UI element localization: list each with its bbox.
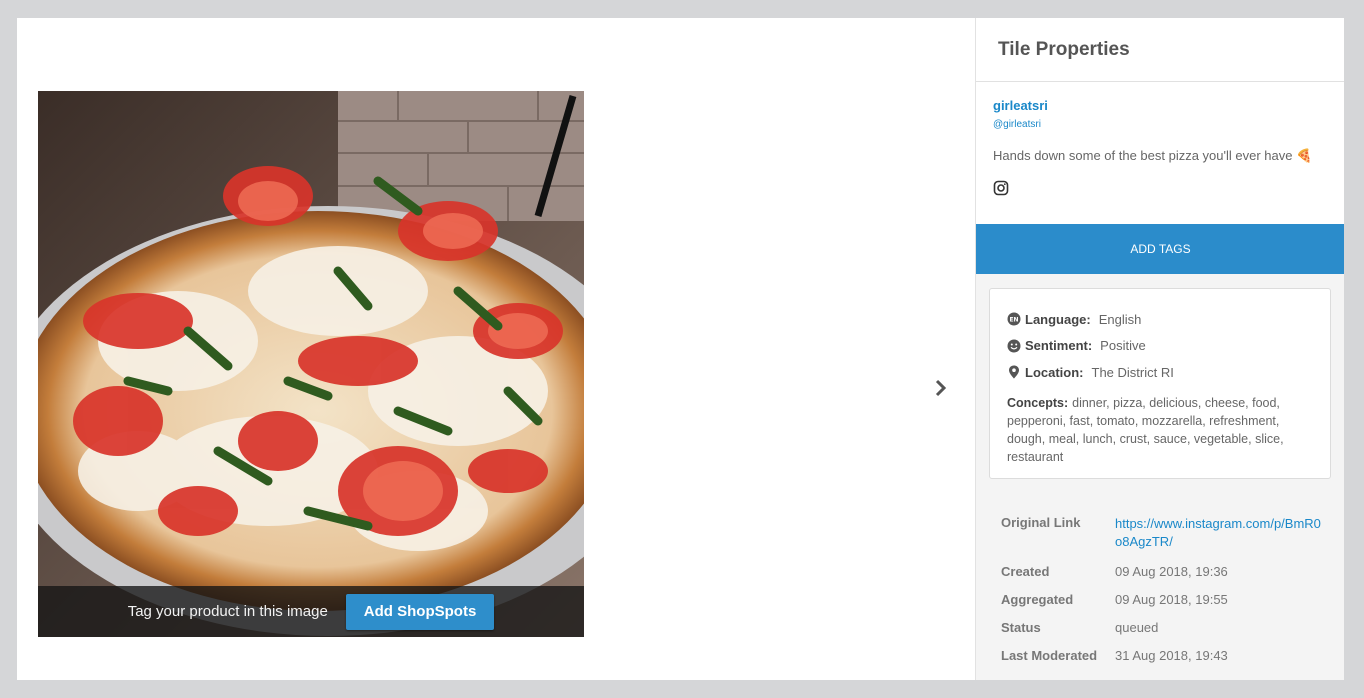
meta-created: Created 09 Aug 2018, 19:36 (1001, 564, 1228, 579)
location-value: The District RI (1091, 364, 1174, 380)
language-icon: EN (1007, 312, 1021, 326)
user-name[interactable]: girleatsri (993, 98, 1328, 113)
location-row: Location: The District RI (1007, 359, 1313, 386)
meta-aggregated: Aggregated 09 Aug 2018, 19:55 (1001, 592, 1228, 607)
svg-text:EN: EN (1009, 317, 1018, 324)
instagram-icon (993, 180, 1009, 196)
map-pin-icon (1007, 365, 1021, 379)
post-caption: Hands down some of the best pizza you'll… (993, 148, 1313, 163)
pizza-photo (38, 91, 584, 637)
add-tags-button[interactable]: ADD TAGS (976, 224, 1344, 274)
smile-icon (1007, 339, 1021, 353)
next-tile-button[interactable] (930, 375, 952, 401)
analysis-card: EN Language: English Sentiment: Positive… (989, 288, 1331, 479)
user-info: girleatsri @girleatsri Hands down some o… (976, 82, 1344, 224)
original-link[interactable]: https://www.instagram.com/p/BmR0o8AgzTR/ (1115, 515, 1321, 551)
shopspots-prompt: Tag your product in this image (127, 603, 328, 620)
concepts: Concepts: dinner, pizza, delicious, chees… (1007, 395, 1284, 464)
meta-original-link: Original Link https://www.instagram.com/… (1001, 515, 1321, 551)
language-value: English (1098, 311, 1142, 327)
language-row: EN Language: English (1007, 306, 1313, 333)
shopspots-bar: Tag your product in this image Add ShopS… (38, 586, 584, 637)
sentiment-value: Positive (1100, 338, 1146, 354)
sentiment-row: Sentiment: Positive (1007, 333, 1313, 360)
meta-status: Status queued (1001, 620, 1159, 635)
chevron-right-icon (935, 379, 947, 397)
add-shopspots-button[interactable]: Add ShopSpots (345, 593, 495, 630)
tile-modal: Tag your product in this image Add ShopS… (17, 18, 1344, 680)
tile-metadata: Original Link https://www.instagram.com/… (1001, 515, 1321, 676)
tile-properties-panel: Tile Properties girleatsri @girleatsri H… (975, 18, 1344, 680)
status-value: queued (1115, 620, 1159, 635)
tile-image[interactable]: Tag your product in this image Add ShopS… (38, 91, 584, 637)
meta-last-moderated: Last Moderated 31 Aug 2018, 19:43 (1001, 648, 1228, 663)
user-handle[interactable]: @girleatsri (993, 119, 1328, 130)
panel-title: Tile Properties (976, 18, 1344, 82)
media-pane: Tag your product in this image Add ShopS… (17, 18, 975, 680)
